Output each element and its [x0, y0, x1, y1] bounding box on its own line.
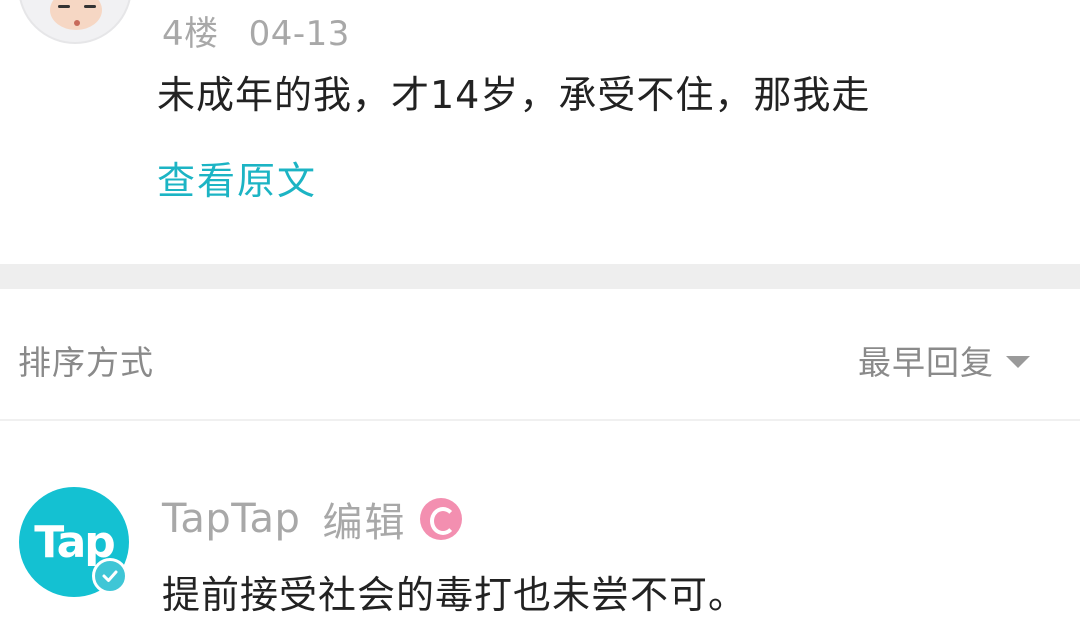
author-line: TapTap 编辑 [162, 490, 463, 548]
sort-label: 排序方式 [18, 343, 154, 382]
sort-dropdown[interactable]: 最早回复 [858, 336, 1030, 384]
sort-selected-value: 最早回复 [858, 343, 994, 382]
section-divider [0, 264, 1080, 289]
comment-text: 提前接受社会的毒打也未尝不可。 [162, 573, 748, 617]
comment-text: 未成年的我，才14岁，承受不住，那我走 [157, 73, 871, 117]
level-badge-icon [420, 498, 463, 540]
comment-date: 04-13 [248, 14, 350, 54]
comment-meta: 4楼 04-13 [162, 6, 350, 55]
author-role: 编辑 [322, 500, 407, 546]
chevron-down-icon [1006, 356, 1030, 368]
author-name[interactable]: TapTap [162, 496, 300, 542]
avatar-eye [84, 5, 96, 8]
view-original-link[interactable]: 查看原文 [157, 150, 317, 205]
divider-line [0, 419, 1080, 421]
avatar-mouth [74, 20, 80, 26]
verified-icon [92, 558, 128, 594]
floor-number: 4楼 [162, 14, 219, 54]
user-avatar[interactable] [18, 0, 132, 44]
avatar-eye [58, 5, 70, 8]
